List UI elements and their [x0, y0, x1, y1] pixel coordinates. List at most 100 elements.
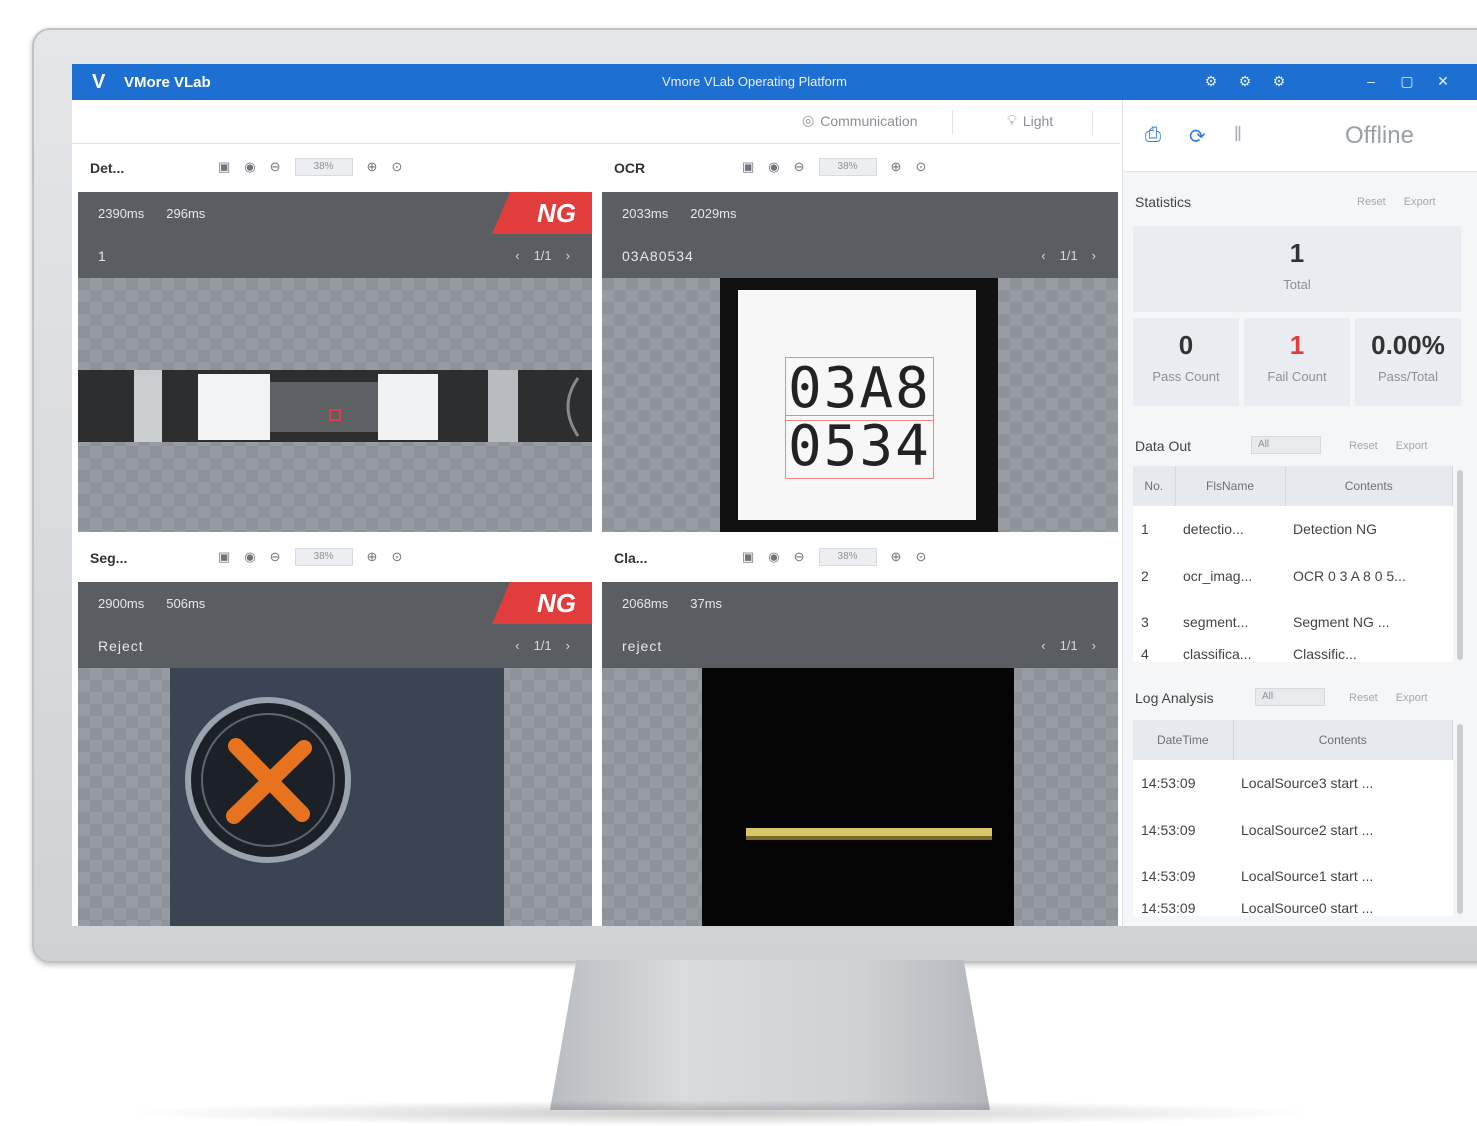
- column-header[interactable]: DateTime: [1133, 720, 1234, 760]
- data-out-export-button[interactable]: Export: [1396, 440, 1428, 452]
- statistics-title: Statistics: [1135, 194, 1192, 210]
- column-header[interactable]: Contents: [1233, 720, 1453, 760]
- zoom-out-icon[interactable]: ⊖: [794, 159, 805, 175]
- zoom-out-icon[interactable]: ⊖: [270, 159, 281, 175]
- eye-icon[interactable]: ◉: [244, 549, 255, 565]
- table-header: No. FlsName Contents: [1133, 466, 1453, 506]
- fit-icon[interactable]: ⊙: [915, 159, 926, 175]
- prev-icon[interactable]: ‹: [1041, 248, 1045, 263]
- column-header[interactable]: No.: [1133, 466, 1176, 506]
- statistics-actions: Reset Export: [1357, 196, 1436, 208]
- next-icon[interactable]: ›: [1092, 248, 1096, 263]
- table-row[interactable]: 14:53:09 LocalSource0 start ...: [1133, 899, 1453, 916]
- table-cell: 14:53:09: [1141, 899, 1196, 916]
- table-row[interactable]: 14:53:09 LocalSource2 start ...: [1133, 806, 1453, 852]
- eye-icon[interactable]: ◉: [768, 549, 779, 565]
- table-row[interactable]: 3 segment... Segment NG ...: [1133, 599, 1453, 645]
- camera-icon[interactable]: ▣: [742, 549, 754, 565]
- table-row[interactable]: 1 detectio... Detection NG: [1133, 506, 1453, 552]
- algo-time: 2029ms: [690, 206, 737, 221]
- panel-header: Cla... ▣ ◉ ⊖ 38% ⊕ ⊙: [602, 536, 1118, 580]
- statistics-export-button[interactable]: Export: [1404, 196, 1436, 208]
- result-bar: 2900ms 506ms Reject ‹ 1/1 › NG: [78, 582, 592, 668]
- fit-icon[interactable]: ⊙: [391, 159, 402, 175]
- fit-icon[interactable]: ⊙: [391, 549, 402, 565]
- fit-icon[interactable]: ⊙: [915, 549, 926, 565]
- total-label: Total: [1283, 277, 1311, 292]
- zoom-level[interactable]: 38%: [818, 548, 877, 566]
- zoom-in-icon[interactable]: ⊕: [891, 549, 902, 565]
- gear-icon[interactable]: ⚙: [1236, 72, 1254, 90]
- ocr-line-1: 03A8: [785, 356, 934, 421]
- table-row[interactable]: 4 classifica... Classific...: [1133, 645, 1453, 662]
- log-export-button[interactable]: Export: [1396, 692, 1428, 704]
- gear-icon[interactable]: ⚙: [1202, 72, 1220, 90]
- pause-icon[interactable]: ‖: [1234, 124, 1242, 149]
- zoom-out-icon[interactable]: ⊖: [270, 549, 281, 565]
- statistics-reset-button[interactable]: Reset: [1357, 196, 1386, 208]
- zoom-in-icon[interactable]: ⊕: [367, 549, 378, 565]
- image-viewport[interactable]: [602, 668, 1118, 926]
- data-out-scrollbar[interactable]: [1457, 470, 1463, 660]
- title-icons: ⚙ ⚙ ⚙: [1202, 72, 1288, 90]
- settings-icon[interactable]: ⚙: [1270, 72, 1288, 90]
- table-cell: LocalSource1 start ...: [1241, 867, 1374, 884]
- log-filter[interactable]: All: [1255, 688, 1325, 706]
- next-icon[interactable]: ›: [1092, 638, 1096, 653]
- zoom-level[interactable]: 38%: [294, 158, 353, 176]
- app-window: V VMore VLab Vmore VLab Operating Platfo…: [72, 64, 1477, 926]
- prev-icon[interactable]: ‹: [515, 248, 519, 263]
- prev-icon[interactable]: ‹: [1041, 638, 1045, 653]
- column-header[interactable]: FlsName: [1175, 466, 1286, 506]
- zoom-in-icon[interactable]: ⊕: [891, 159, 902, 175]
- panel-detection: Det... ▣ ◉ ⊖ 38% ⊕ ⊙ 2390ms 296ms 1 ‹ 1/…: [78, 146, 592, 532]
- table-cell: Detection NG: [1293, 521, 1378, 538]
- next-icon[interactable]: ›: [566, 248, 570, 263]
- camera-icon[interactable]: ▣: [742, 159, 754, 175]
- eye-icon[interactable]: ◉: [768, 159, 779, 175]
- log-scrollbar[interactable]: [1457, 724, 1463, 914]
- loop-run-icon[interactable]: ⟳: [1189, 124, 1206, 149]
- table-row[interactable]: 14:53:09 LocalSource1 start ...: [1133, 853, 1453, 899]
- detection-image: [78, 370, 592, 442]
- toolbar-divider: [1092, 110, 1093, 134]
- communication-button[interactable]: ◎ Communication: [802, 112, 917, 129]
- zoom-level[interactable]: 38%: [818, 158, 877, 176]
- next-icon[interactable]: ›: [566, 638, 570, 653]
- log-reset-button[interactable]: Reset: [1349, 692, 1378, 704]
- run-icons: ⎙ ⟳ ‖: [1145, 124, 1242, 149]
- minimize-icon[interactable]: –: [1362, 72, 1380, 90]
- table-row[interactable]: 14:53:09 LocalSource3 start ...: [1133, 760, 1453, 806]
- classification-image: [702, 668, 1014, 926]
- camera-capture-icon[interactable]: ⎙: [1145, 124, 1161, 149]
- monitor-shadow: [120, 1100, 1320, 1126]
- panel-ocr: OCR ▣ ◉ ⊖ 38% ⊕ ⊙ 2033ms 2029ms 03A80534…: [602, 146, 1118, 532]
- camera-icon[interactable]: ▣: [218, 549, 230, 565]
- light-bulb-icon: 💡︎: [1007, 112, 1017, 128]
- prev-icon[interactable]: ‹: [515, 638, 519, 653]
- pager: ‹ 1/1 ›: [1041, 248, 1096, 263]
- title-bar: V VMore VLab Vmore VLab Operating Platfo…: [72, 64, 1477, 100]
- app-logo: V VMore VLab: [92, 72, 211, 92]
- zoom-in-icon[interactable]: ⊕: [367, 159, 378, 175]
- image-viewport[interactable]: [78, 668, 592, 926]
- image-viewport[interactable]: [78, 278, 592, 532]
- algo-time: 296ms: [166, 206, 206, 221]
- panel-tools: ▣ ◉ ⊖ 38% ⊕ ⊙: [218, 158, 402, 176]
- table-cell: 2: [1141, 567, 1149, 584]
- zoom-level[interactable]: 38%: [294, 548, 353, 566]
- image-viewport[interactable]: 03A8 0534: [602, 278, 1118, 532]
- data-out-reset-button[interactable]: Reset: [1349, 440, 1378, 452]
- close-icon[interactable]: ✕: [1434, 72, 1452, 90]
- maximize-icon[interactable]: ▢: [1398, 72, 1416, 90]
- total-time: 2033ms: [622, 206, 669, 221]
- zoom-out-icon[interactable]: ⊖: [794, 549, 805, 565]
- page-indicator: 1/1: [533, 248, 552, 263]
- camera-icon[interactable]: ▣: [218, 159, 230, 175]
- eye-icon[interactable]: ◉: [244, 159, 255, 175]
- column-header[interactable]: Contents: [1285, 466, 1453, 506]
- table-cell: Classific...: [1293, 645, 1357, 662]
- table-row[interactable]: 2 ocr_imag... OCR 0 3 A 8 0 5...: [1133, 552, 1453, 598]
- data-out-filter[interactable]: All: [1251, 436, 1321, 454]
- light-button[interactable]: 💡︎ Light: [1007, 112, 1053, 129]
